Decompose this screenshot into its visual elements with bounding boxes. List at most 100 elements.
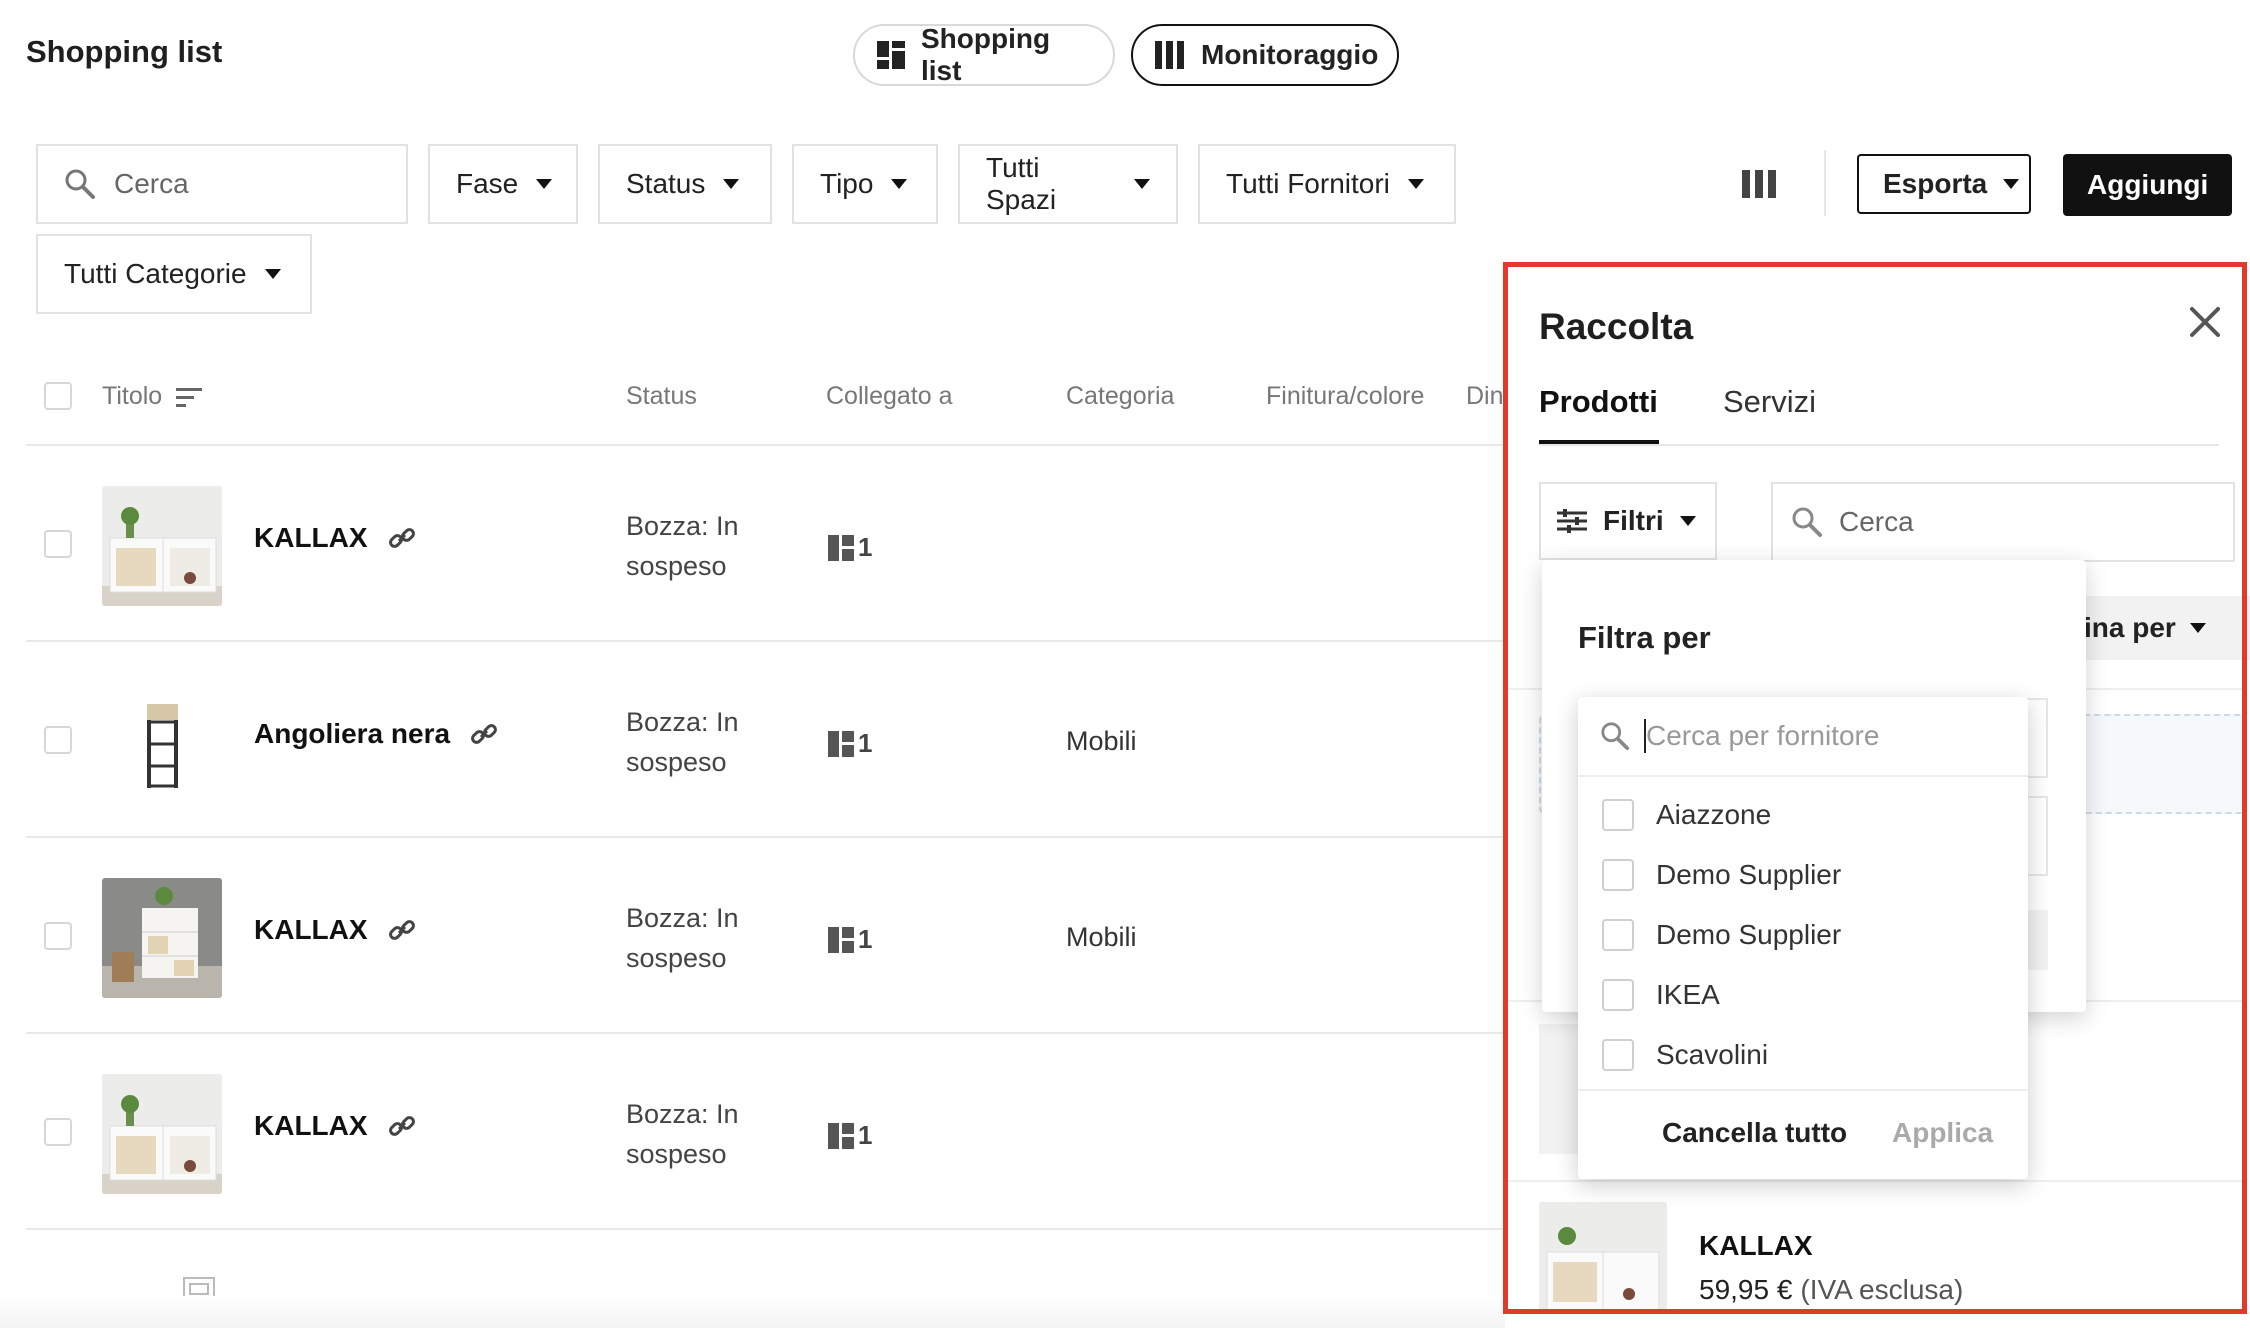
product-thumbnail[interactable] [102, 682, 222, 802]
supplier-search-input[interactable]: Cerca per fornitore [1600, 719, 1879, 753]
row-title-text: KALLAX [254, 914, 368, 945]
export-button[interactable]: Esporta [1857, 154, 2031, 214]
supplier-search-placeholder: Cerca per fornitore [1646, 720, 1880, 751]
panel-search-input[interactable]: Cerca [1771, 482, 2235, 562]
linked-spaces-icon [828, 1122, 854, 1149]
search-icon [1600, 721, 1630, 751]
clear-all-button[interactable]: Cancella tutto [1662, 1117, 1847, 1149]
supplier-option[interactable]: IKEA [1602, 979, 1720, 1011]
panel-filters-label: Filtri [1603, 505, 1664, 536]
caret-down-icon [891, 179, 908, 189]
row-title[interactable]: KALLAX [254, 914, 416, 946]
column-settings-icon[interactable] [1742, 170, 1776, 198]
panel-divider [1505, 1180, 2245, 1182]
row-divider [26, 444, 1506, 446]
search-placeholder: Cerca [114, 168, 189, 199]
linked-spaces-icon [828, 534, 854, 561]
filter-status-dropdown[interactable]: Status [598, 144, 772, 224]
filter-fase-dropdown[interactable]: Fase [428, 144, 578, 224]
add-button[interactable]: Aggiungi [2063, 154, 2233, 216]
row-linked[interactable]: 1 [828, 532, 872, 563]
select-all-checkbox[interactable] [44, 382, 72, 410]
row-linked[interactable]: 1 [828, 1120, 872, 1151]
row-title[interactable]: KALLAX [254, 522, 416, 554]
column-header-finitura[interactable]: Finitura/colore [1266, 382, 1424, 411]
image-placeholder-icon [182, 1276, 216, 1296]
column-header-status[interactable]: Status [626, 382, 697, 411]
row-checkbox[interactable] [44, 922, 72, 950]
bottom-fade [0, 1296, 1505, 1328]
supplier-label: Demo Supplier [1656, 919, 1842, 950]
column-header-categoria[interactable]: Categoria [1066, 382, 1174, 411]
supplier-checkbox[interactable] [1602, 859, 1634, 891]
panel-product-thumbnail[interactable] [1539, 1202, 1667, 1314]
filter-categorie-label: Tutti Categorie [64, 258, 247, 289]
filter-tipo-dropdown[interactable]: Tipo [792, 144, 938, 224]
linked-count: 1 [858, 924, 873, 954]
column-header-din[interactable]: Din [1466, 382, 1504, 411]
filter-tipo-label: Tipo [820, 168, 874, 199]
row-title[interactable]: KALLAX [254, 1110, 416, 1142]
close-icon[interactable] [2189, 306, 2221, 338]
row-checkbox[interactable] [44, 1118, 72, 1146]
view-monitoraggio-button[interactable]: Monitoraggio [1131, 24, 1399, 86]
row-checkbox[interactable] [44, 726, 72, 754]
row-category: Mobili [1066, 922, 1137, 952]
column-header-titolo[interactable]: Titolo [102, 382, 203, 411]
tab-servizi[interactable]: Servizi [1723, 384, 1816, 420]
row-checkbox[interactable] [44, 530, 72, 558]
supplier-label: IKEA [1656, 979, 1720, 1010]
status-line-1: Bozza: In [626, 903, 739, 933]
column-header-collegato[interactable]: Collegato a [826, 382, 952, 411]
sort-button[interactable]: ina per [2060, 596, 2250, 660]
panel-filters-button[interactable]: Filtri [1539, 482, 1717, 560]
dashboard-icon [877, 41, 905, 69]
supplier-label: Demo Supplier [1656, 859, 1842, 890]
status-line-1: Bozza: In [626, 1099, 739, 1129]
column-titolo-label: Titolo [102, 382, 163, 410]
supplier-checkbox[interactable] [1602, 799, 1634, 831]
link-icon[interactable] [388, 524, 416, 552]
view-shopping-list-button[interactable]: Shopping list [853, 23, 1115, 86]
linked-spaces-icon [828, 730, 854, 757]
supplier-checkbox[interactable] [1602, 919, 1634, 951]
filter-categorie-dropdown[interactable]: Tutti Categorie [36, 234, 312, 314]
row-divider [26, 1032, 1506, 1034]
filter-fornitori-label: Tutti Fornitori [1226, 168, 1390, 199]
supplier-option[interactable]: Demo Supplier [1602, 859, 1841, 891]
filter-heading: Filtra per [1578, 620, 1711, 655]
linked-count: 1 [858, 728, 873, 758]
supplier-checkbox[interactable] [1602, 979, 1634, 1011]
caret-down-icon [723, 179, 740, 189]
panel-product-name[interactable]: KALLAX [1699, 1230, 1813, 1262]
supplier-checkbox[interactable] [1602, 1039, 1634, 1071]
caret-down-icon [1407, 179, 1424, 189]
link-icon[interactable] [470, 720, 498, 748]
link-icon[interactable] [388, 1112, 416, 1140]
product-thumbnail[interactable] [102, 486, 222, 606]
row-title[interactable]: Angoliera nera [254, 718, 498, 750]
export-label: Esporta [1883, 168, 1988, 199]
supplier-option[interactable]: Demo Supplier [1602, 919, 1841, 951]
apply-button[interactable]: Applica [1892, 1117, 1993, 1149]
caret-down-icon [2189, 623, 2206, 633]
product-thumbnail[interactable] [102, 1074, 222, 1194]
add-label: Aggiungi [2087, 169, 2209, 200]
filter-spazi-dropdown[interactable]: Tutti Spazi [958, 144, 1178, 224]
supplier-popover: Cerca per fornitore Aiazzone Demo Suppli… [1578, 697, 2028, 1179]
row-linked[interactable]: 1 [828, 924, 872, 955]
row-linked[interactable]: 1 [828, 728, 872, 759]
link-icon[interactable] [388, 916, 416, 944]
supplier-option[interactable]: Scavolini [1602, 1039, 1768, 1071]
linked-count: 1 [858, 1120, 873, 1150]
row-divider [26, 1228, 1506, 1230]
filter-spazi-label: Tutti Spazi [986, 152, 1057, 215]
tab-prodotti[interactable]: Prodotti [1539, 384, 1658, 420]
tabs-divider [1539, 444, 2219, 446]
supplier-option[interactable]: Aiazzone [1602, 799, 1771, 831]
search-input[interactable]: Cerca [36, 144, 408, 224]
product-thumbnail[interactable] [102, 878, 222, 998]
search-icon [1791, 506, 1823, 538]
filter-fornitori-dropdown[interactable]: Tutti Fornitori [1198, 144, 1456, 224]
filter-fase-label: Fase [456, 168, 519, 199]
